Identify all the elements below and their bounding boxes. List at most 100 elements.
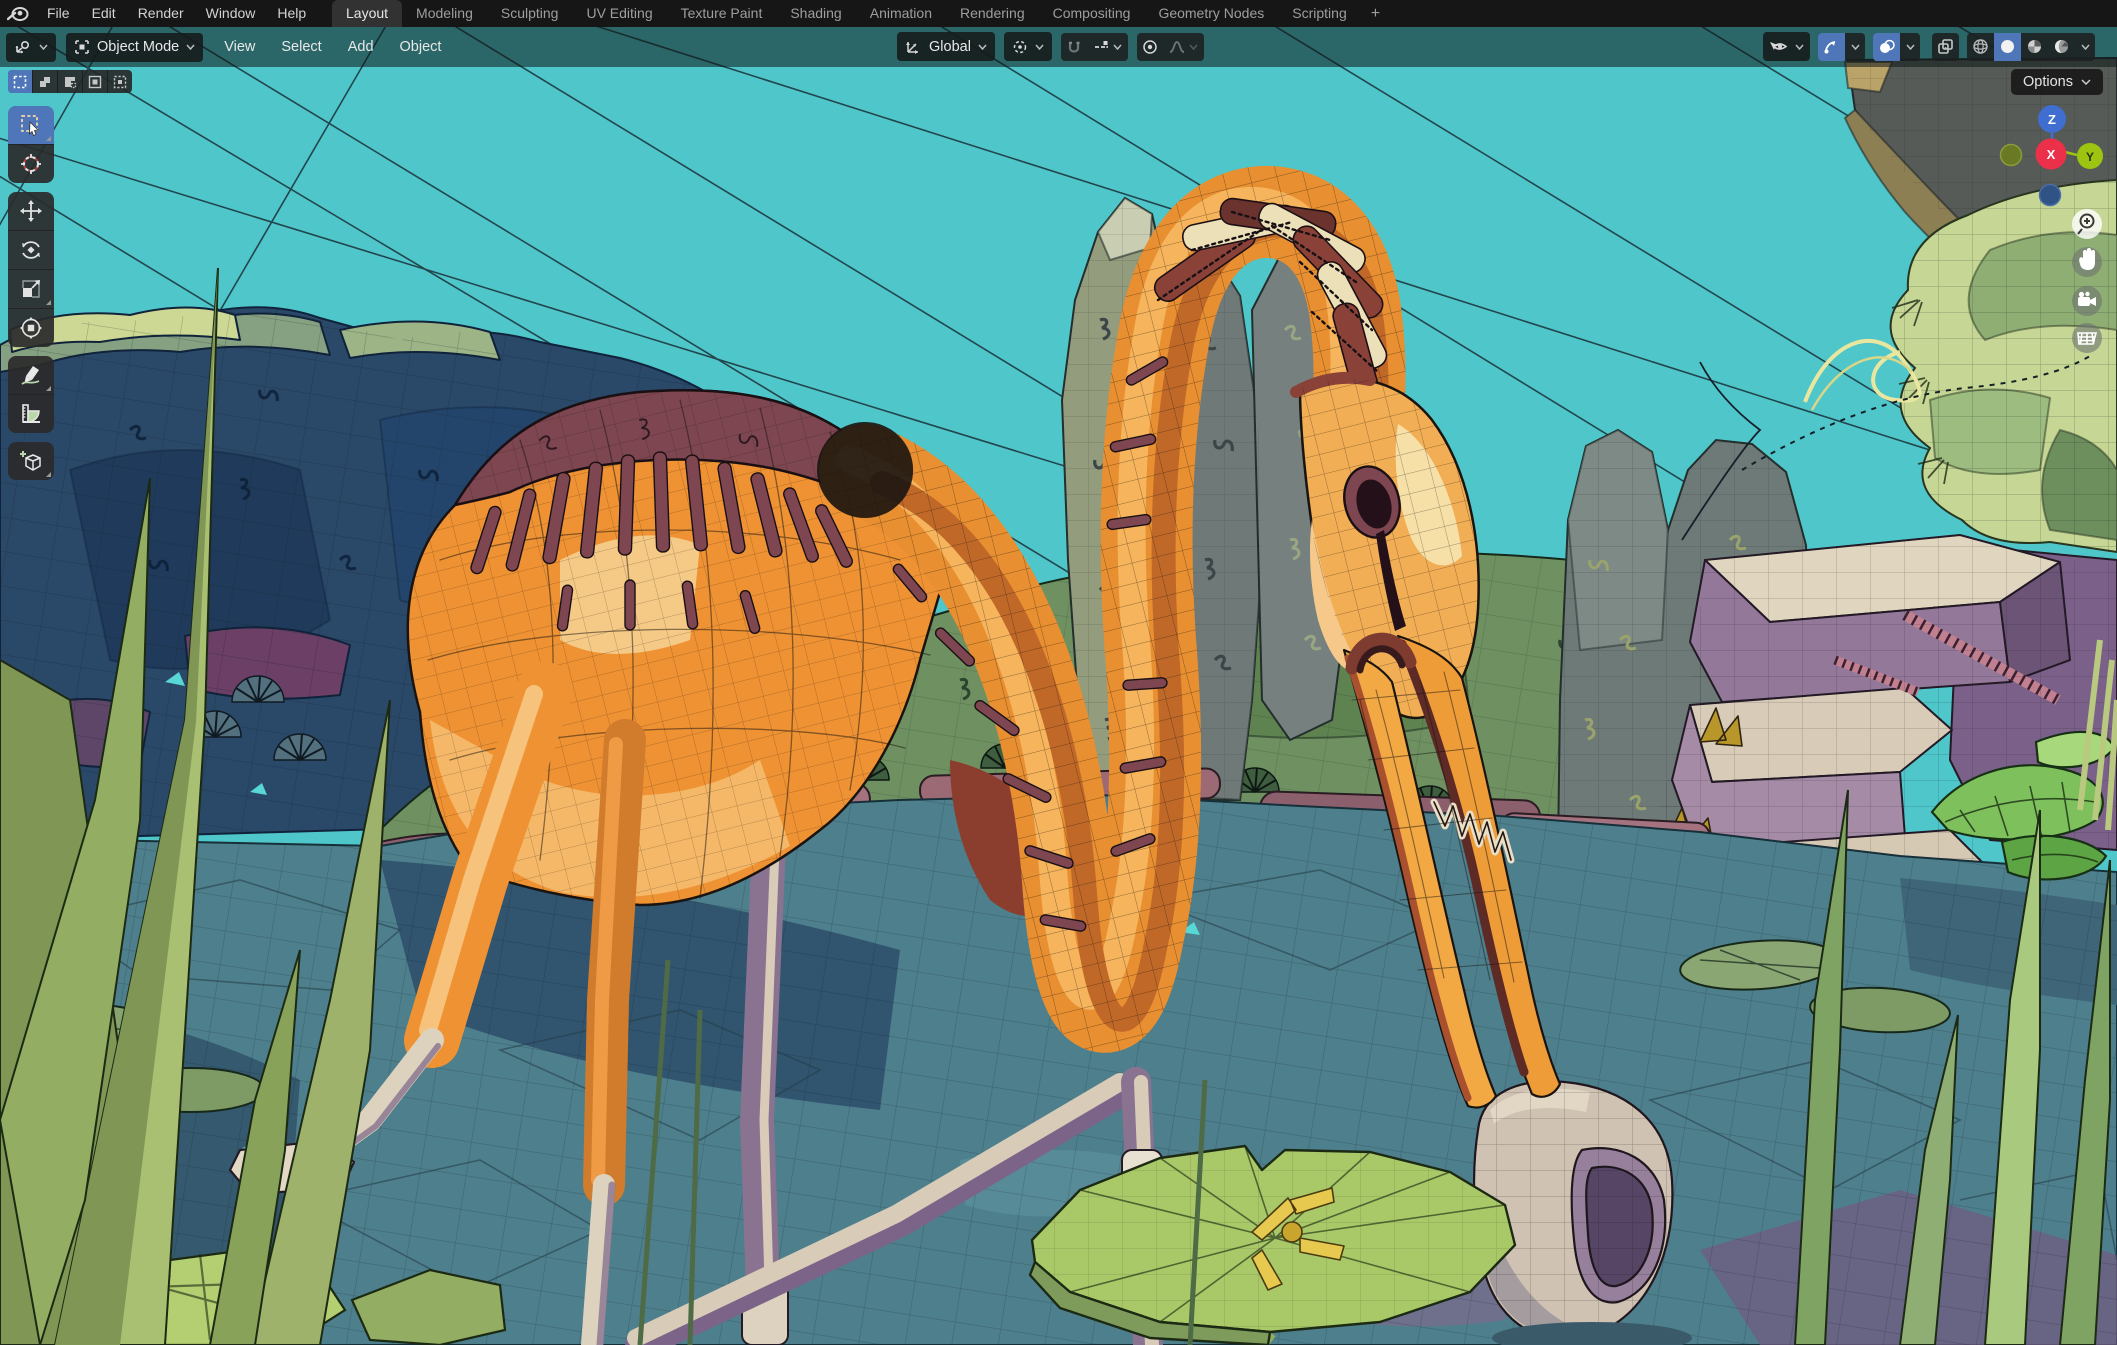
axis-neg-z-ball[interactable]	[2040, 185, 2061, 206]
tool-scale[interactable]	[8, 270, 54, 309]
tab-modeling[interactable]: Modeling	[402, 0, 487, 27]
menu-object[interactable]: Object	[387, 27, 455, 67]
tab-animation[interactable]: Animation	[856, 0, 946, 27]
tab-scripting[interactable]: Scripting	[1278, 0, 1360, 27]
menu-edit[interactable]: Edit	[81, 0, 127, 27]
xray-toggle[interactable]	[1932, 33, 1959, 61]
3d-cursor-icon	[19, 152, 43, 176]
select-mode-intersect[interactable]	[108, 70, 132, 93]
tool-select-box[interactable]	[8, 106, 54, 145]
overlays-dropdown[interactable]	[1900, 33, 1920, 61]
tool-add-cube[interactable]	[8, 442, 54, 480]
display-controls	[1763, 32, 2095, 61]
tool-transform[interactable]	[8, 309, 54, 347]
tab-compositing[interactable]: Compositing	[1039, 0, 1145, 27]
shading-solid-button[interactable]	[1994, 33, 2021, 61]
measure-icon	[19, 402, 43, 426]
rendered-sphere-icon	[2053, 38, 2070, 55]
tab-geometry-nodes[interactable]: Geometry Nodes	[1144, 0, 1278, 27]
axis-y-ball[interactable]: Y	[2077, 143, 2103, 169]
axis-neg-y-ball[interactable]	[2001, 145, 2022, 166]
chevron-down-icon	[186, 44, 195, 50]
rotate-icon	[19, 238, 43, 262]
tab-sculpting[interactable]: Sculpting	[487, 0, 573, 27]
show-gizmo-toggle[interactable]	[1818, 33, 1845, 61]
select-mode-invert[interactable]	[83, 70, 108, 93]
snap-toggle[interactable]	[1061, 33, 1088, 61]
menu-select[interactable]: Select	[268, 27, 334, 67]
pivot-point-icon	[1012, 39, 1028, 55]
tool-rotate[interactable]	[8, 231, 54, 270]
mode-select[interactable]: Object Mode	[66, 33, 203, 62]
mode-label: Object Mode	[97, 39, 179, 55]
proportional-edit-toggle[interactable]	[1137, 33, 1164, 61]
tool-move[interactable]	[8, 192, 54, 231]
editor-type-3d-viewport-icon	[14, 39, 32, 55]
menu-file[interactable]: File	[36, 0, 81, 27]
camera-view-button[interactable]	[2072, 286, 2102, 316]
shading-material-button[interactable]	[2021, 33, 2048, 61]
pan-button[interactable]	[2072, 247, 2102, 277]
tab-shading[interactable]: Shading	[776, 0, 855, 27]
tool-measure[interactable]	[8, 395, 54, 433]
solid-sphere-icon	[1999, 38, 2016, 55]
tool-cursor[interactable]	[8, 145, 54, 183]
tab-rendering[interactable]: Rendering	[946, 0, 1039, 27]
chevron-down-icon	[2081, 44, 2090, 50]
add-cube-icon	[18, 449, 44, 473]
zoom-button[interactable]	[2072, 209, 2102, 239]
select-mode-extend[interactable]	[33, 70, 58, 93]
orientation-label: Global	[929, 39, 971, 55]
axis-x-ball[interactable]: X	[2036, 139, 2067, 170]
material-preview-sphere-icon	[2026, 38, 2043, 55]
gizmo-dropdown[interactable]	[1845, 33, 1865, 61]
shading-dropdown[interactable]	[2075, 33, 2095, 61]
transform-orientation-select[interactable]: Global	[897, 32, 995, 61]
gizmo-icon	[1823, 38, 1840, 55]
scale-icon	[19, 277, 43, 301]
menu-add[interactable]: Add	[335, 27, 387, 67]
magnet-icon	[1066, 39, 1082, 55]
editor-type-button[interactable]	[6, 33, 56, 62]
axis-z-ball[interactable]: Z	[2038, 105, 2066, 133]
menu-view[interactable]: View	[211, 27, 268, 67]
visibility-eye-icon	[1769, 39, 1788, 54]
menu-render[interactable]: Render	[127, 0, 195, 27]
overlays-group	[1873, 33, 1920, 61]
axis-gizmo[interactable]: Z Y X	[2001, 105, 2104, 206]
snap-target-select[interactable]	[1088, 33, 1128, 61]
orthographic-toggle-button[interactable]	[2072, 323, 2102, 353]
chevron-down-icon	[39, 44, 48, 50]
chevron-down-icon	[1795, 44, 1804, 50]
tool-annotate[interactable]	[8, 356, 54, 395]
move-icon	[19, 199, 43, 223]
select-mode-set[interactable]	[8, 70, 33, 93]
visibility-dropdown[interactable]	[1763, 32, 1810, 61]
proportional-edit-group	[1137, 33, 1204, 61]
workspace-tabs: Layout Modeling Sculpting UV Editing Tex…	[332, 0, 1390, 27]
shading-rendered-button[interactable]	[2048, 33, 2075, 61]
pivot-point-select[interactable]	[1004, 32, 1052, 61]
tab-texture-paint[interactable]: Texture Paint	[667, 0, 777, 27]
gizmo-group	[1818, 33, 1865, 61]
viewport-canvas[interactable]	[0, 0, 2117, 1345]
add-workspace-button[interactable]: +	[1361, 0, 1390, 27]
chevron-down-icon	[978, 44, 987, 50]
menu-window[interactable]: Window	[195, 0, 267, 27]
select-mode-subtract[interactable]	[58, 70, 83, 93]
show-overlays-toggle[interactable]	[1873, 33, 1900, 61]
menu-help[interactable]: Help	[266, 0, 317, 27]
chevron-down-icon	[2081, 79, 2091, 85]
tab-layout[interactable]: Layout	[332, 0, 402, 27]
topbar: File Edit Render Window Help Layout Mode…	[0, 0, 2117, 27]
chevron-down-icon	[1189, 44, 1198, 50]
overlays-icon	[1878, 39, 1896, 55]
chevron-down-icon	[1113, 44, 1122, 50]
transform-controls: Global	[897, 32, 1204, 61]
shading-wireframe-button[interactable]	[1967, 33, 1994, 61]
blender-window: File Edit Render Window Help Layout Mode…	[0, 0, 2117, 1345]
options-button[interactable]: Options	[2011, 69, 2103, 95]
shading-mode-group	[1967, 33, 2095, 61]
tab-uv-editing[interactable]: UV Editing	[572, 0, 666, 27]
falloff-select[interactable]	[1164, 33, 1204, 61]
